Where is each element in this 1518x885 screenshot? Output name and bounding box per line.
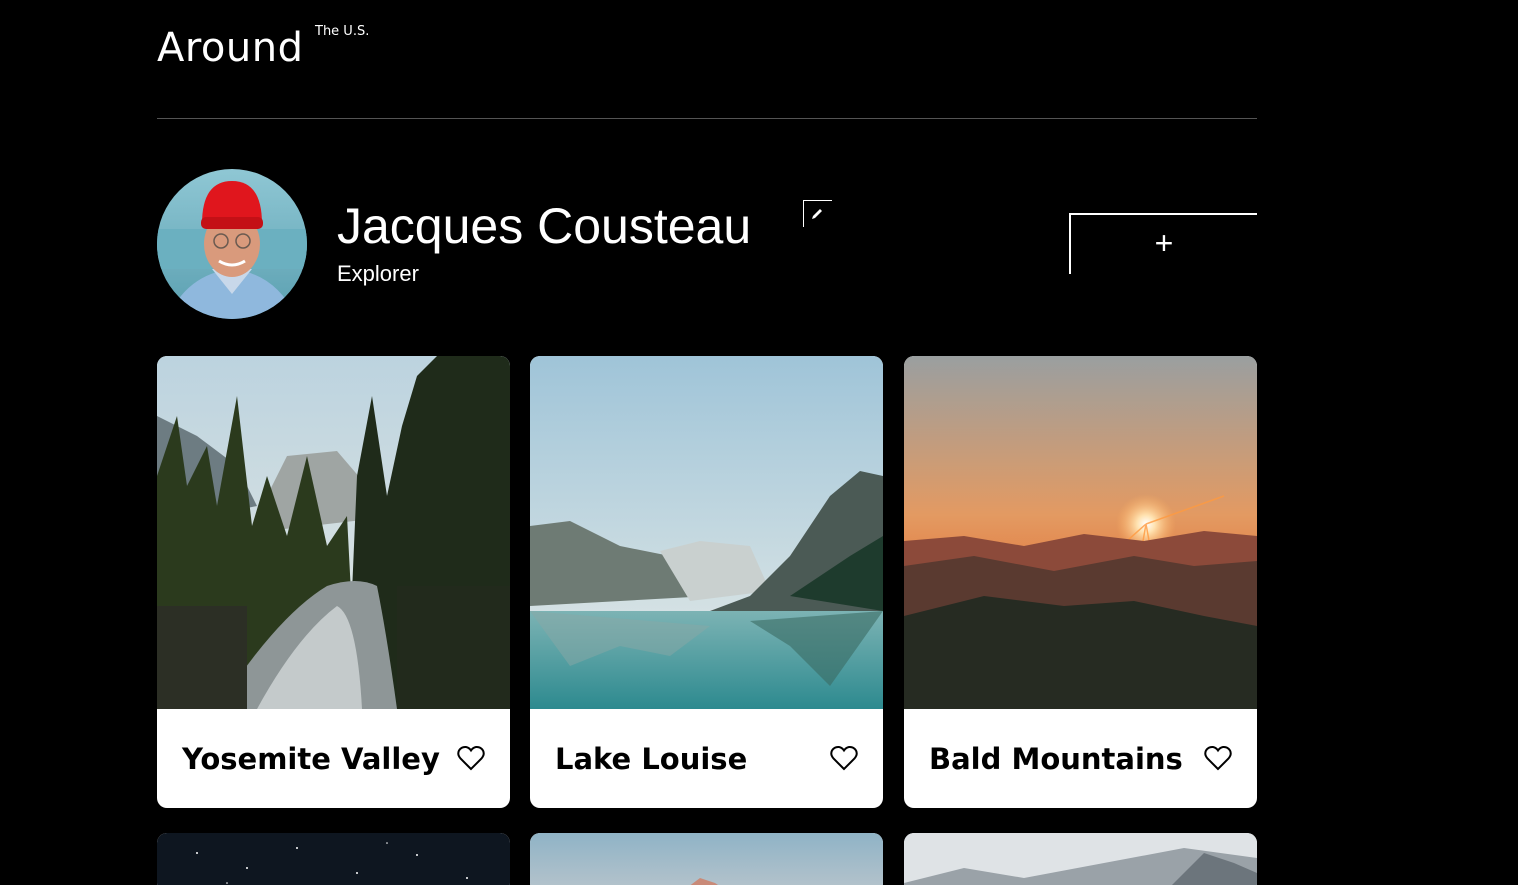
card-caption: Yosemite Valley [157, 709, 510, 808]
profile-section: Jacques Cousteau Explorer + [157, 119, 1257, 356]
avatar [157, 169, 307, 319]
profile-name: Jacques Cousteau [337, 198, 752, 254]
card-image[interactable] [157, 833, 510, 885]
place-card: Lake Louise [530, 356, 883, 808]
card-image[interactable] [904, 356, 1257, 709]
pencil-icon [812, 209, 822, 219]
plus-icon: + [1154, 224, 1174, 261]
card-title: Lake Louise [555, 742, 748, 776]
card-title: Bald Mountains [929, 742, 1183, 776]
site-header: Around The U.S. [157, 0, 1257, 119]
heart-icon[interactable] [830, 745, 858, 771]
place-card: Bald Mountains [904, 356, 1257, 808]
card-image[interactable] [157, 356, 510, 709]
profile-role: Explorer [337, 261, 419, 286]
card-image[interactable] [530, 833, 883, 885]
edit-profile-button[interactable] [803, 200, 832, 227]
add-place-button[interactable]: + [1069, 213, 1257, 274]
card-caption: Bald Mountains [904, 709, 1257, 808]
place-card [157, 833, 510, 885]
heart-icon[interactable] [457, 745, 485, 771]
place-card [904, 833, 1257, 885]
card-image[interactable] [530, 356, 883, 709]
page-container: Around The U.S. Jacques Cousteau Explore… [157, 0, 1257, 885]
logo: Around [157, 25, 304, 71]
place-card: Yosemite Valley [157, 356, 510, 808]
heart-icon[interactable] [1204, 745, 1232, 771]
logo-superscript: The U.S. [315, 24, 370, 39]
card-caption: Lake Louise [530, 709, 883, 808]
card-image[interactable] [904, 833, 1257, 885]
place-card [530, 833, 883, 885]
card-title: Yosemite Valley [182, 742, 440, 776]
